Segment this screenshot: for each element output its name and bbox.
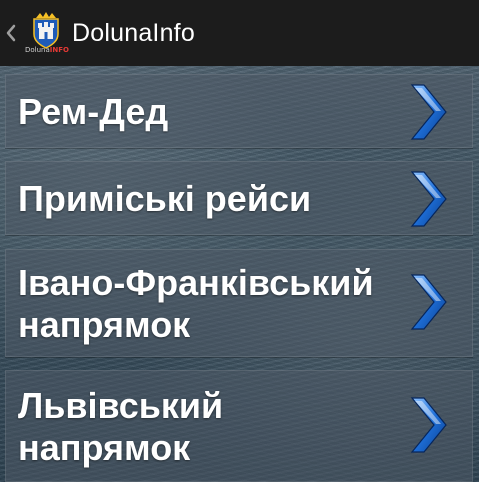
action-bar: DolunaINFO DolunaInfo <box>0 0 479 66</box>
menu-item-suburban-routes[interactable]: Приміські рейси <box>5 161 473 235</box>
logo-caption-accent: INFO <box>49 46 69 54</box>
chevron-right-icon <box>408 169 450 229</box>
chevron-right-icon <box>408 272 450 332</box>
menu-item-label: Рем-Дед <box>18 91 169 132</box>
up-button[interactable] <box>0 0 18 66</box>
chevron-right-icon <box>408 82 450 142</box>
menu-item-ivano-frankivsk-direction[interactable]: Івано-Франківський напрямок <box>5 249 473 357</box>
logo-caption: DolunaINFO <box>24 46 70 54</box>
menu-item-lviv-direction[interactable]: Львівський напрямок <box>5 370 473 482</box>
menu-list: Рем-Дед Приміські рейси Івано-Франківськ… <box>0 66 479 482</box>
menu-item-label: Івано-Франківський напрямок <box>18 262 374 345</box>
app-title: DolunaInfo <box>72 18 195 47</box>
chevron-right-icon <box>408 395 450 455</box>
menu-item-label: Львівський напрямок <box>18 385 224 468</box>
logo-caption-plain: Doluna <box>25 46 50 54</box>
menu-item-rem-ded[interactable]: Рем-Дед <box>5 74 473 148</box>
menu-item-label: Приміські рейси <box>18 178 312 219</box>
app-logo: DolunaINFO <box>25 10 69 56</box>
coat-of-arms-icon <box>33 12 59 49</box>
chevron-left-icon <box>6 24 16 42</box>
